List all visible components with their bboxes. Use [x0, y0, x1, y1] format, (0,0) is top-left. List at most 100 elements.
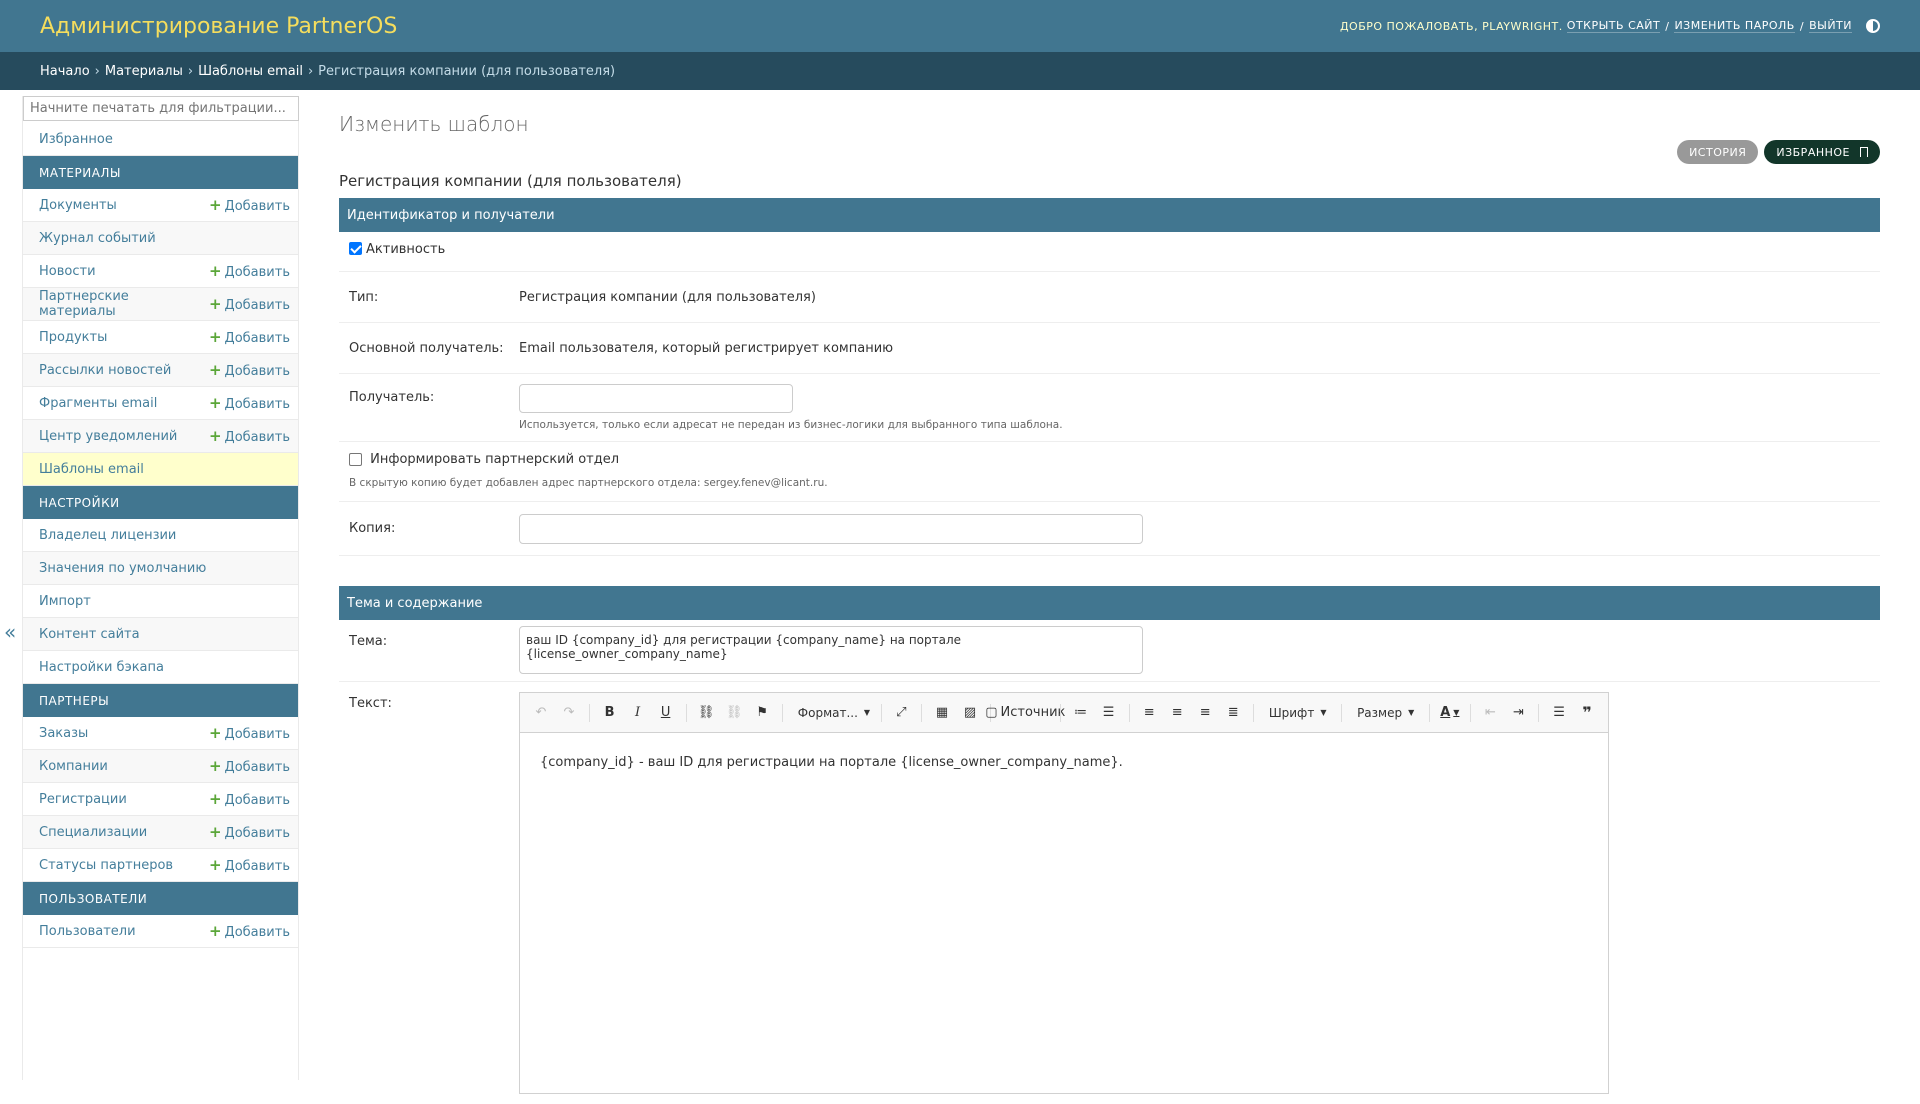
sidebar-item[interactable]: Продукты + Добавить — [23, 321, 298, 354]
add-link[interactable]: + Добавить — [209, 262, 290, 280]
sidebar-item[interactable]: Пользователи + Добавить — [23, 915, 298, 948]
sidebar-item-label[interactable]: Центр уведомлений — [39, 429, 177, 444]
favorite-button[interactable]: Избранное — [1764, 140, 1880, 164]
sidebar-item-label[interactable]: Настройки бэкапа — [39, 660, 164, 675]
indent-icon[interactable]: ⇥ — [1507, 702, 1529, 724]
unlink-icon[interactable]: ⛓ — [723, 702, 745, 724]
sidebar-item-label[interactable]: Пользователи — [39, 924, 136, 939]
add-link[interactable]: + Добавить — [209, 196, 290, 214]
sidebar-item-label[interactable]: Продукты — [39, 330, 107, 345]
sidebar-item-label[interactable]: Контент сайта — [39, 627, 140, 642]
change-password-link[interactable]: Изменить пароль — [1674, 19, 1795, 33]
align-center-icon[interactable]: ≡ — [1166, 702, 1188, 724]
open-site-link[interactable]: Открыть сайт — [1566, 19, 1661, 33]
sidebar-item[interactable]: Партнерские материалы + Добавить — [23, 288, 298, 321]
redo-icon[interactable]: ↷ — [558, 702, 580, 724]
justify-icon[interactable]: ≣ — [1222, 702, 1244, 724]
sidebar-item[interactable]: Значения по умолчанию — [23, 552, 298, 585]
sidebar-item[interactable]: Статусы партнеров + Добавить — [23, 849, 298, 882]
sidebar-item[interactable]: Новости + Добавить — [23, 255, 298, 288]
horizontal-line-icon[interactable]: ☰ — [1548, 702, 1570, 724]
add-link[interactable]: + Добавить — [209, 757, 290, 775]
inform-checkbox[interactable] — [349, 453, 362, 466]
add-link[interactable]: + Добавить — [209, 790, 290, 808]
add-link[interactable]: + Добавить — [209, 295, 290, 313]
sidebar-item-label[interactable]: Компании — [39, 759, 108, 774]
add-link[interactable]: + Добавить — [209, 328, 290, 346]
sidebar-item[interactable]: Журнал событий — [23, 222, 298, 255]
sidebar-item[interactable]: Контент сайта — [23, 618, 298, 651]
blockquote-icon[interactable]: ❞ — [1576, 702, 1598, 724]
nav-filter-input[interactable] — [23, 96, 299, 121]
copy-textarea[interactable] — [519, 513, 1143, 544]
sidebar-item[interactable]: Центр уведомлений + Добавить — [23, 420, 298, 453]
underline-icon[interactable]: U — [655, 702, 677, 724]
font-dropdown[interactable]: Шрифт ▼ — [1263, 702, 1333, 724]
sidebar-item-label[interactable]: Значения по умолчанию — [39, 561, 206, 576]
size-dropdown[interactable]: Размер ▼ — [1351, 702, 1420, 724]
sidebar-item[interactable]: Шаблоны email — [23, 453, 298, 486]
sidebar-item-label[interactable]: Фрагменты email — [39, 396, 157, 411]
align-left-icon[interactable]: ≡ — [1138, 702, 1160, 724]
source-button[interactable]: ▢ Источник — [985, 702, 1065, 724]
logout-link[interactable]: Выйти — [1809, 19, 1852, 33]
sidebar-item[interactable]: Компании + Добавить — [23, 750, 298, 783]
active-checkbox[interactable] — [349, 242, 362, 255]
maximize-icon[interactable]: ⤢ — [890, 702, 912, 724]
align-right-icon[interactable]: ≡ — [1194, 702, 1216, 724]
sidebar-item-label[interactable]: Шаблоны email — [39, 462, 144, 477]
image-icon[interactable]: ▨ — [959, 702, 981, 724]
italic-icon[interactable]: I — [627, 702, 649, 724]
sidebar-item-label[interactable]: Документы — [39, 198, 117, 213]
sidebar-item[interactable]: Специализации + Добавить — [23, 816, 298, 849]
numbered-list-icon[interactable]: ≔ — [1070, 702, 1092, 724]
sidebar-section-header[interactable]: Партнеры — [23, 684, 298, 717]
breadcrumb-home[interactable]: Начало — [40, 64, 90, 79]
sidebar-item-label[interactable]: Журнал событий — [39, 231, 156, 246]
sidebar-section-header[interactable]: Пользователи — [23, 882, 298, 915]
theme-toggle-icon[interactable] — [1866, 19, 1880, 33]
sidebar-item-label[interactable]: Специализации — [39, 825, 147, 840]
sidebar-item-label[interactable]: Регистрации — [39, 792, 127, 807]
sidebar-item[interactable]: Заказы + Добавить — [23, 717, 298, 750]
sidebar-item-label[interactable]: Рассылки новостей — [39, 363, 171, 378]
editor-body[interactable]: {company_id} - ваш ID для регистрации на… — [520, 733, 1608, 1093]
add-link[interactable]: + Добавить — [209, 922, 290, 940]
add-link[interactable]: + Добавить — [209, 361, 290, 379]
add-link[interactable]: + Добавить — [209, 856, 290, 874]
add-link[interactable]: + Добавить — [209, 394, 290, 412]
breadcrumb-materials[interactable]: Материалы — [105, 64, 183, 79]
undo-icon[interactable]: ↶ — [530, 702, 552, 724]
site-branding[interactable]: Администрирование PartnerOS — [40, 14, 397, 39]
sidebar-item[interactable]: Фрагменты email + Добавить — [23, 387, 298, 420]
text-color-icon[interactable]: A ▼ — [1439, 702, 1461, 724]
recipient-input[interactable] — [519, 384, 793, 413]
collapse-sidebar-icon[interactable]: « — [4, 620, 16, 644]
sidebar-item-label[interactable]: Избранное — [39, 132, 113, 147]
sidebar-section-header[interactable]: Настройки — [23, 486, 298, 519]
sidebar-item[interactable]: Владелец лицензии — [23, 519, 298, 552]
sidebar-item[interactable]: Документы + Добавить — [23, 189, 298, 222]
sidebar-item-label[interactable]: Партнерские материалы — [39, 289, 209, 319]
link-icon[interactable]: ⛓ — [695, 702, 717, 724]
sidebar-item[interactable]: Импорт — [23, 585, 298, 618]
add-link[interactable]: + Добавить — [209, 724, 290, 742]
history-button[interactable]: История — [1677, 140, 1759, 164]
sidebar-item-favorites[interactable]: Избранное — [23, 123, 298, 156]
add-link[interactable]: + Добавить — [209, 427, 290, 445]
sidebar-section-header[interactable]: Материалы — [23, 156, 298, 189]
sidebar-item-label[interactable]: Владелец лицензии — [39, 528, 176, 543]
sidebar-item-label[interactable]: Импорт — [39, 594, 91, 609]
table-icon[interactable]: ▦ — [931, 702, 953, 724]
subject-textarea[interactable]: ваш ID {company_id} для регистрации {com… — [519, 626, 1143, 674]
sidebar-item-label[interactable]: Статусы партнеров — [39, 858, 173, 873]
outdent-icon[interactable]: ⇤ — [1479, 702, 1501, 724]
sidebar-item[interactable]: Регистрации + Добавить — [23, 783, 298, 816]
anchor-flag-icon[interactable]: ⚑ — [751, 702, 773, 724]
sidebar-item[interactable]: Рассылки новостей + Добавить — [23, 354, 298, 387]
bold-icon[interactable]: B — [599, 702, 621, 724]
breadcrumb-email-templates[interactable]: Шаблоны email — [198, 64, 303, 79]
bulleted-list-icon[interactable]: ☰ — [1098, 702, 1120, 724]
format-dropdown[interactable]: Формат... ▼ — [792, 702, 872, 724]
sidebar-item[interactable]: Настройки бэкапа — [23, 651, 298, 684]
